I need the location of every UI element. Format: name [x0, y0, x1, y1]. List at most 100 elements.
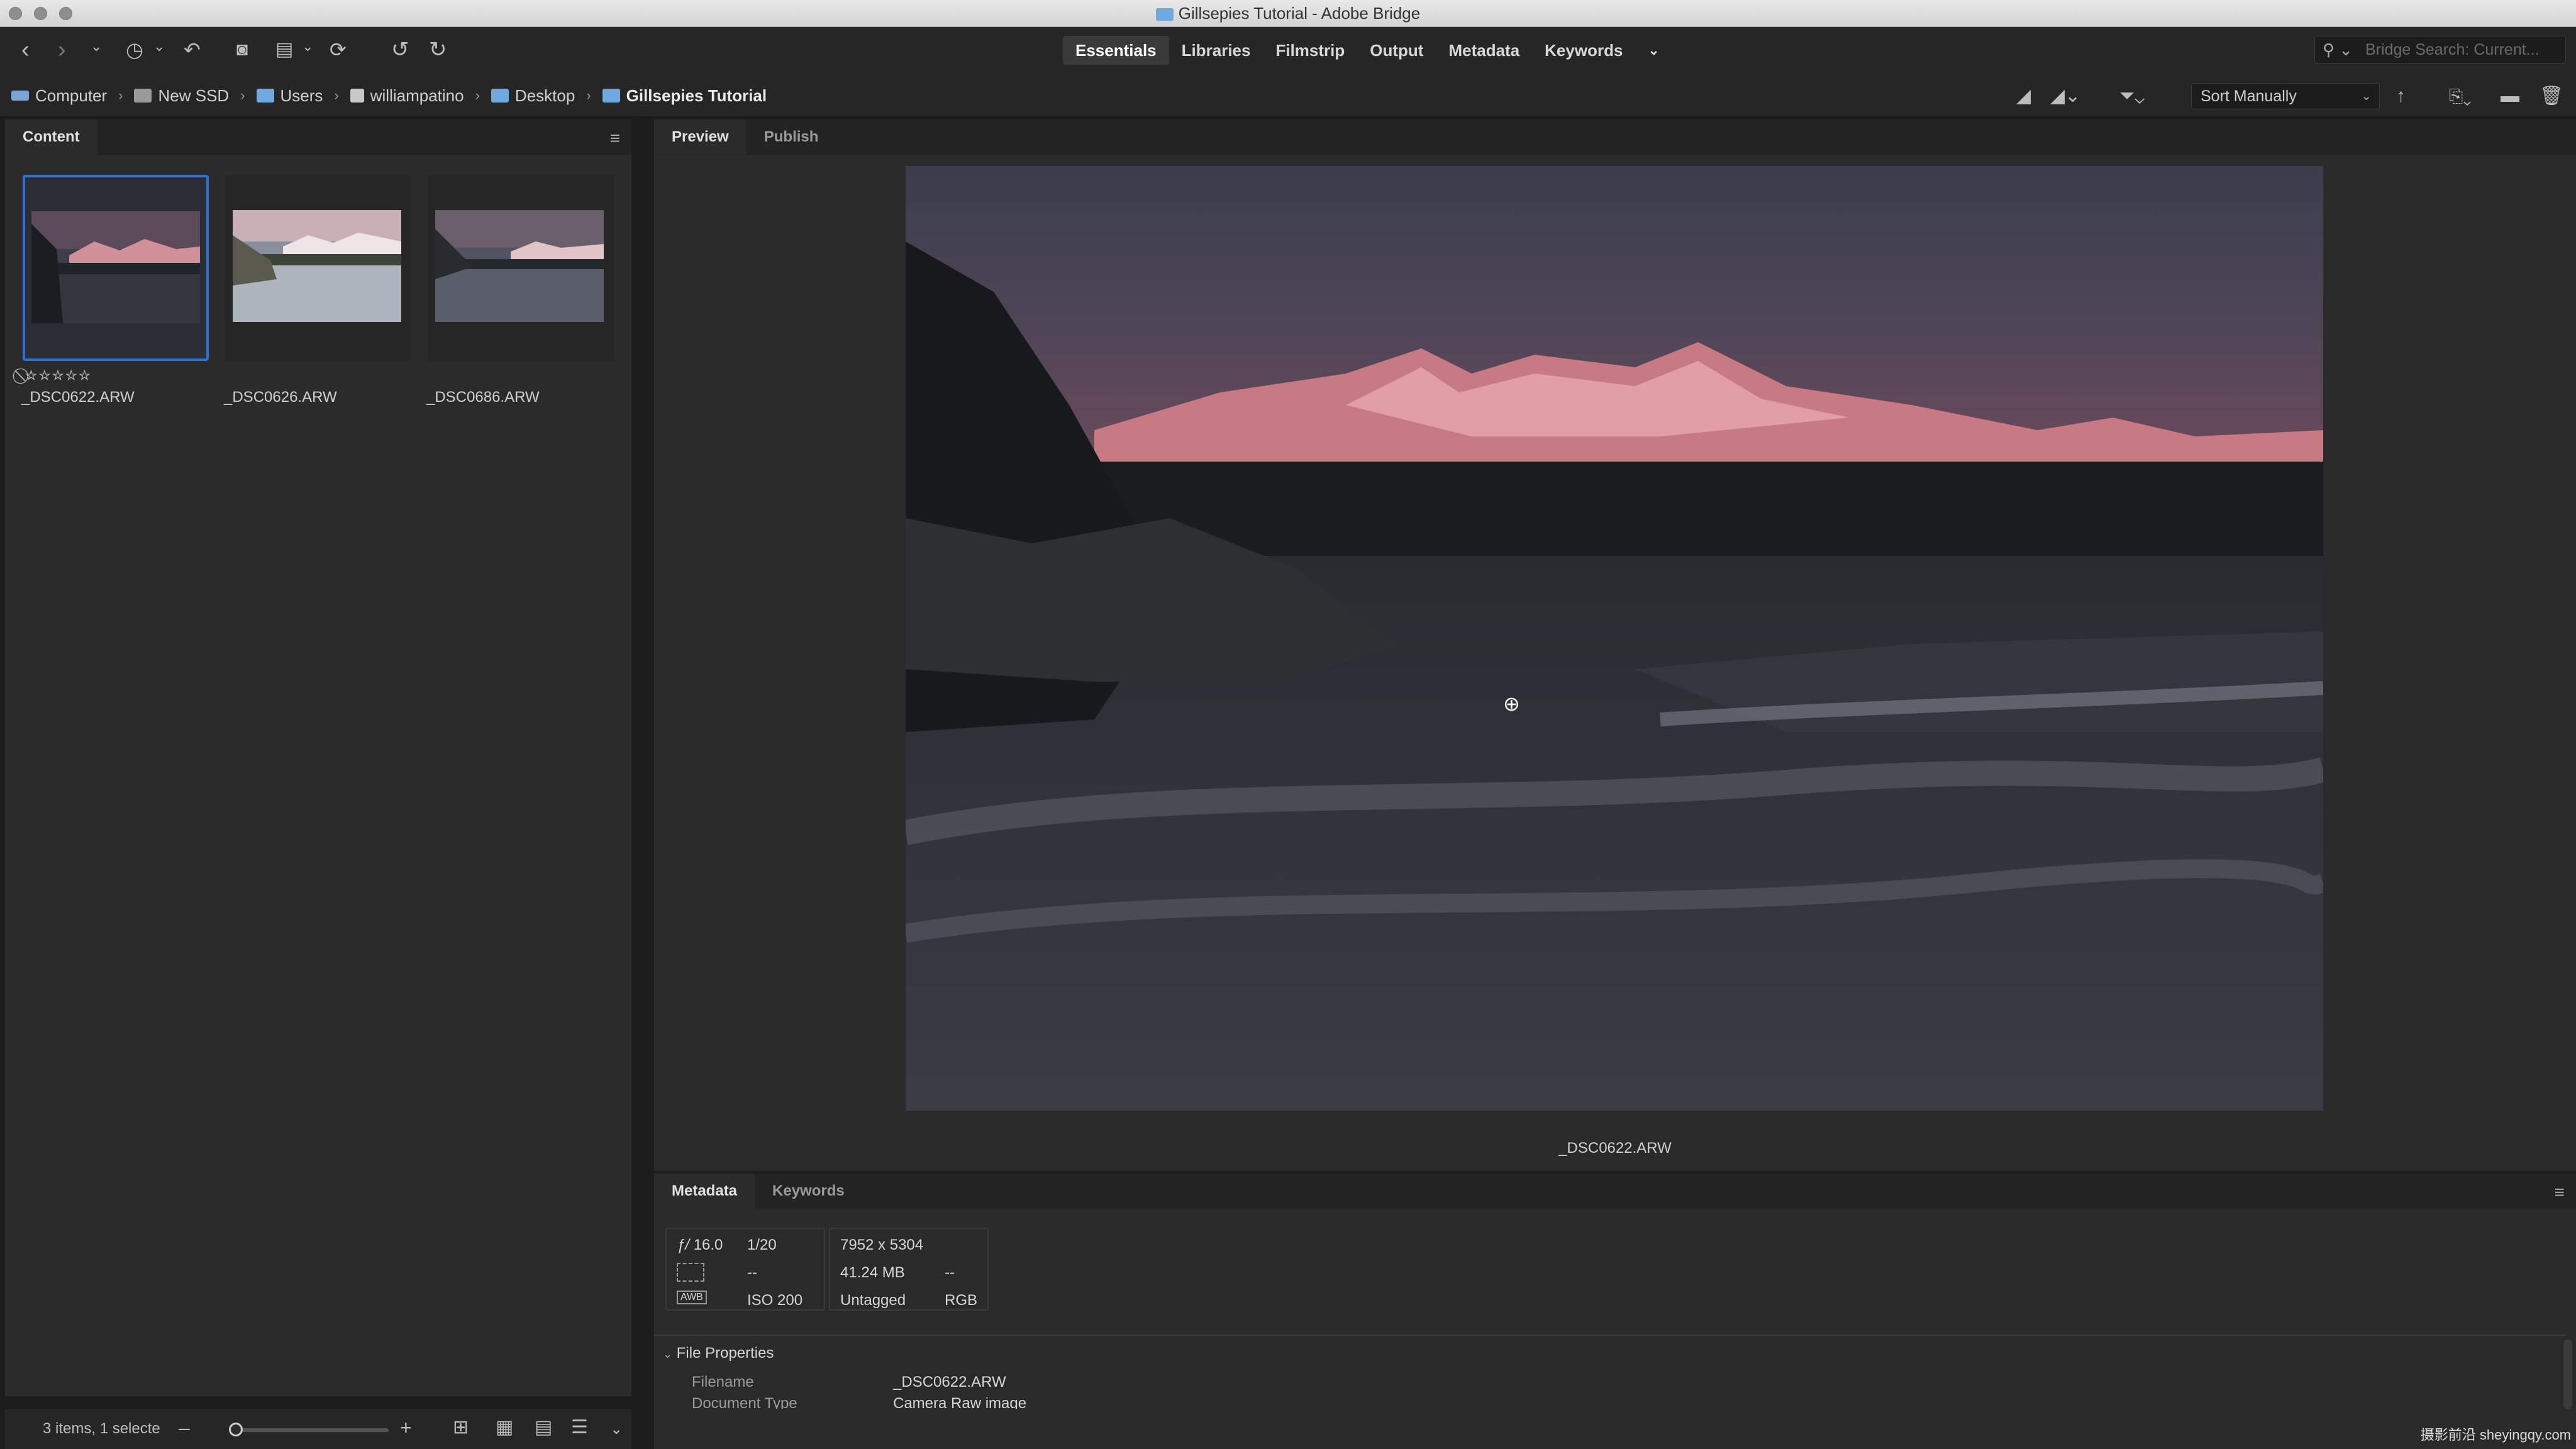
chevron-right-icon: › — [240, 87, 245, 103]
divider — [654, 1335, 2566, 1336]
home-icon — [350, 89, 364, 103]
rotate-right-icon[interactable]: ↻ — [429, 36, 447, 64]
color-mode-value: RGB — [945, 1292, 978, 1309]
workspace-libraries[interactable]: Libraries — [1169, 36, 1263, 65]
refine-chevron-down-icon[interactable]: ⌄ — [302, 38, 313, 55]
chevron-down-icon: ⌄ — [663, 1348, 673, 1360]
details-view-icon[interactable]: ▤ — [535, 1416, 552, 1438]
thumbnail-item[interactable] — [428, 175, 614, 361]
quality-icon[interactable]: ◢ — [2016, 82, 2031, 110]
metadata-field-row: Document Type Camera Raw image — [654, 1397, 2566, 1409]
breadcrumb: Computer › New SSD › Users › williampatino ›… — [11, 74, 767, 118]
drive-icon — [134, 89, 152, 103]
thumbnail-filename: _DSC0622.ARW — [21, 389, 135, 406]
preview-image[interactable] — [906, 166, 2323, 1111]
application-toolbar: ‹ › ⌄ ◷ ⌄ ↶ ◙ ▤ ⌄ ⟳ ↺ ↻ Essentials Libra… — [0, 27, 2576, 74]
chevron-right-icon: › — [586, 87, 591, 103]
sort-ascending-icon[interactable]: ↑ — [2396, 82, 2406, 110]
workspace-output[interactable]: Output — [1357, 36, 1436, 65]
shutter-value: 1/20 — [747, 1236, 777, 1253]
boomerang-icon[interactable]: ↶ — [184, 36, 201, 64]
grid-lock-icon[interactable]: ⊞ — [453, 1416, 469, 1438]
folder-icon — [256, 89, 274, 103]
thumbnail-image — [435, 210, 604, 322]
metadata-panel: Metadata Keywords ≡ ƒ/ 16.0 1/20 -- AWB … — [654, 1174, 2576, 1449]
folder-icon — [491, 89, 509, 103]
sort-select[interactable]: Sort Manually ⌄ — [2191, 83, 2380, 109]
aperture-value: ƒ/ 16.0 — [677, 1236, 723, 1253]
slider-handle[interactable] — [229, 1423, 243, 1436]
tab-content[interactable]: Content — [5, 119, 97, 155]
panel-menu-icon[interactable]: ≡ — [2555, 1182, 2565, 1202]
panel-menu-icon[interactable]: ≡ — [610, 128, 620, 148]
thumbnail-item[interactable] — [23, 175, 209, 361]
history-chevron-down-icon[interactable]: ⌄ — [153, 38, 165, 55]
thumbnail-filename: _DSC0626.ARW — [224, 389, 337, 406]
preview-caption: _DSC0622.ARW — [1558, 1140, 1672, 1157]
view-chevron-down-icon[interactable]: ⌄ — [610, 1420, 623, 1438]
thumbnail-size-slider[interactable] — [229, 1423, 389, 1436]
thumbnail-item[interactable] — [225, 175, 411, 361]
tab-keywords[interactable]: Keywords — [755, 1174, 862, 1209]
breadcrumb-gillsepies-tutorial[interactable]: Gillsepies Tutorial — [602, 86, 767, 106]
metadata-scrollbar[interactable] — [2563, 1340, 2572, 1409]
thumbnail-image — [233, 210, 401, 322]
back-icon[interactable]: ‹ — [21, 36, 30, 64]
zoom-out-icon[interactable]: – — [179, 1416, 190, 1440]
search-icon: ⚲ ⌄ — [2323, 40, 2353, 59]
open-recent-icon[interactable]: ⎘⌄ — [2449, 82, 2472, 110]
filter-icon[interactable]: ⏷⌄ — [2119, 82, 2145, 110]
creative-cloud-sync-icon[interactable]: ⟳ — [330, 36, 347, 64]
thumbnail-filename: _DSC0686.ARW — [426, 389, 540, 406]
breadcrumb-users[interactable]: Users › — [256, 86, 350, 106]
thumbnail-image — [31, 211, 200, 323]
chevron-right-icon: › — [118, 87, 123, 103]
chevron-right-icon: › — [475, 87, 480, 103]
window-title: Gillsepies Tutorial - Adobe Bridge — [0, 0, 2576, 27]
metadata-field-value[interactable]: _DSC0622.ARW — [893, 1374, 1006, 1391]
list-view-icon[interactable]: ☰ — [571, 1416, 588, 1438]
preview-panel: Preview Publish ⊕ _DSC0622.ARW — [654, 119, 2576, 1171]
tab-publish[interactable]: Publish — [747, 119, 836, 155]
workspace-metadata[interactable]: Metadata — [1436, 36, 1532, 65]
rating-filter-icon[interactable]: ◢⌄ — [2050, 82, 2080, 110]
breadcrumb-computer[interactable]: Computer › — [11, 86, 134, 106]
file-size-value: 41.24 MB — [840, 1264, 905, 1281]
camera-import-icon[interactable]: ◙ — [236, 36, 248, 64]
zoom-in-icon[interactable]: + — [400, 1416, 412, 1440]
dimensions-value: 7952 x 5304 — [840, 1236, 924, 1253]
white-balance-icon: AWB — [677, 1291, 707, 1304]
breadcrumb-new-ssd[interactable]: New SSD › — [134, 86, 256, 106]
rotate-left-icon[interactable]: ↺ — [391, 36, 409, 64]
new-folder-icon[interactable]: ▬ — [2501, 82, 2519, 110]
recent-folders-chevron-down-icon[interactable]: ⌄ — [91, 38, 102, 55]
content-status-bar: 3 items, 1 selecte – + ⊞ ▦ ▤ ☰ ⌄ — [5, 1409, 631, 1449]
workspace-filmstrip[interactable]: Filmstrip — [1263, 36, 1357, 65]
folder-icon — [602, 89, 620, 103]
metadata-field-label: Document Type — [692, 1397, 797, 1409]
path-bar: Computer › New SSD › Users › williampatino ›… — [0, 74, 2576, 118]
computer-icon — [11, 91, 29, 101]
forward-icon[interactable]: › — [58, 36, 66, 64]
file-properties-section-header[interactable]: ⌄ File Properties — [663, 1345, 774, 1362]
rating-stars[interactable]: ⃠☆☆☆☆☆ — [24, 367, 92, 385]
watermark: 摄影前沿 sheyingqy.com — [2420, 1427, 2571, 1443]
title-bar: Gillsepies Tutorial - Adobe Bridge — [0, 0, 2576, 27]
trash-icon[interactable]: 🗑 — [2540, 82, 2563, 110]
metadata-field-value[interactable]: Camera Raw image — [893, 1397, 1026, 1409]
workspace-keywords[interactable]: Keywords — [1532, 36, 1635, 65]
thumbnail-view-icon[interactable]: ▦ — [496, 1416, 513, 1438]
history-clock-icon[interactable]: ◷ — [126, 36, 143, 64]
metering-icon — [677, 1263, 704, 1282]
tab-metadata[interactable]: Metadata — [654, 1174, 755, 1209]
tab-preview[interactable]: Preview — [654, 119, 747, 155]
content-panel: Content ≡ ⃠☆☆☆☆☆ _DSC0622.ARW _DSC0626.A… — [5, 119, 631, 1396]
bridge-search-input[interactable]: ⚲ ⌄ Bridge Search: Current... — [2314, 36, 2566, 64]
breadcrumb-desktop[interactable]: Desktop › — [491, 86, 602, 106]
refine-icon[interactable]: ▤ — [275, 36, 293, 64]
breadcrumb-williampatino[interactable]: williampatino › — [350, 86, 491, 106]
more-workspaces-chevron-down-icon[interactable]: ⌄ — [1635, 36, 1672, 65]
resolution-value: -- — [945, 1264, 955, 1281]
workspace-essentials[interactable]: Essentials — [1063, 36, 1169, 65]
chevron-right-icon: › — [334, 87, 339, 103]
